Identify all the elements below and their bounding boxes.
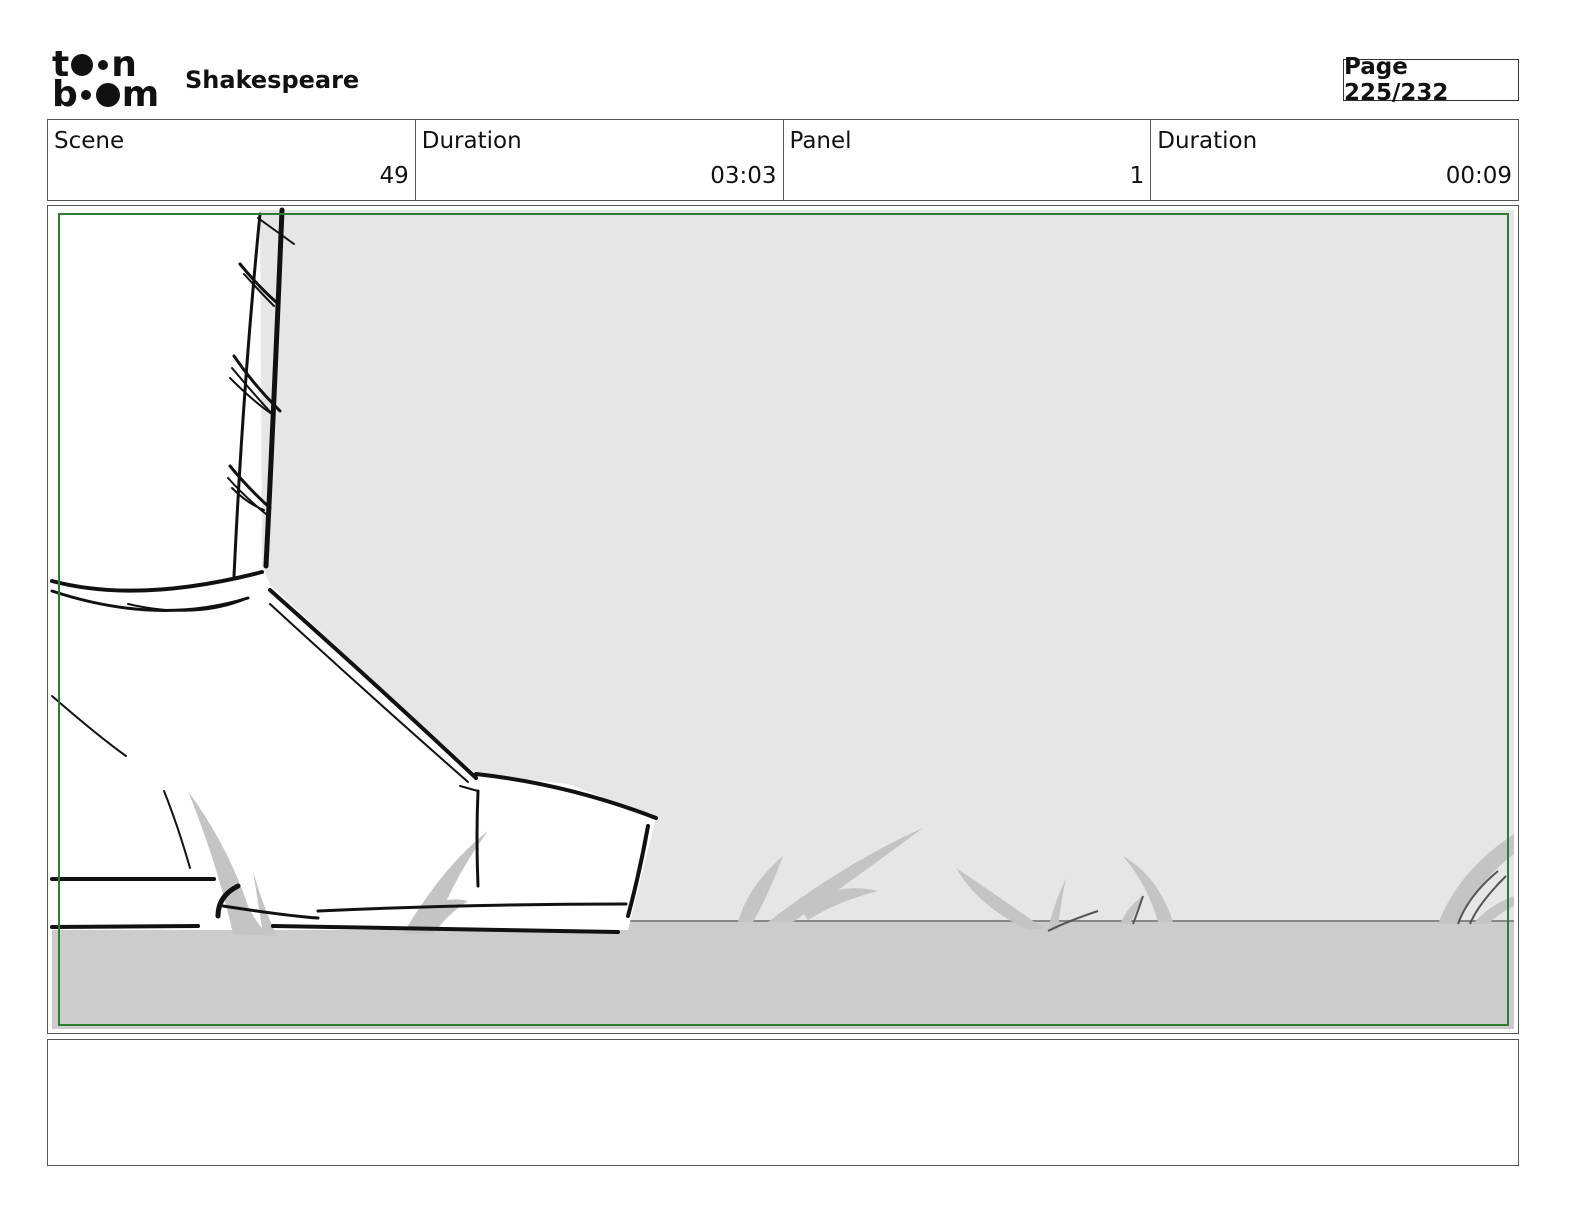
- panel-cell: Panel 1: [784, 120, 1152, 200]
- scene-cell: Scene 49: [48, 120, 416, 200]
- scene-duration-cell: Duration 03:03: [416, 120, 784, 200]
- scene-info-table: Scene 49 Duration 03:03 Panel 1 Duration…: [47, 119, 1519, 201]
- panel-duration-value: 00:09: [1445, 163, 1512, 189]
- scene-duration-label: Duration: [421, 128, 522, 154]
- panel-label: Panel: [789, 128, 852, 154]
- scene-duration-value: 03:03: [710, 163, 777, 189]
- caption-box: [47, 1039, 1519, 1166]
- panel-drawing: [50, 207, 1514, 1029]
- panel-duration-cell: Duration 00:09: [1151, 120, 1518, 200]
- logo-row-bottom: b m: [52, 74, 160, 115]
- panel-duration-label: Duration: [1157, 128, 1258, 154]
- scene-value: 49: [379, 163, 409, 189]
- project-title: Shakespeare: [185, 66, 360, 94]
- ground: [52, 920, 1514, 1029]
- panel-value: 1: [1129, 163, 1145, 189]
- toonboom-logo: t n b m: [52, 47, 164, 115]
- page-indicator: Page 225/232: [1343, 54, 1519, 106]
- scene-label: Scene: [54, 128, 125, 154]
- storyboard-panel: [47, 205, 1519, 1034]
